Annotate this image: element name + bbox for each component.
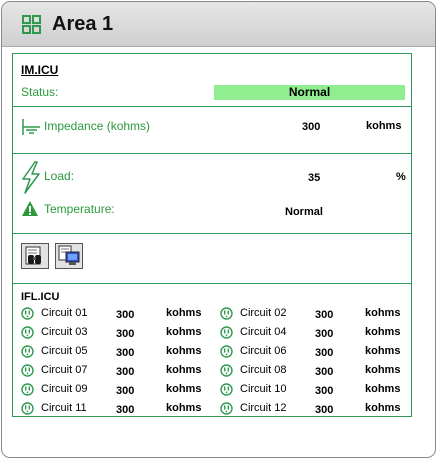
circuit-item[interactable]: Circuit 11 300 kohms (21, 400, 211, 418)
outlet-icon (220, 383, 233, 396)
outlet-icon (21, 345, 34, 358)
status-label: Status: (21, 85, 59, 99)
circuit-name: Circuit 10 (240, 383, 287, 395)
circuit-unit: kohms (166, 326, 202, 338)
grid-icon (22, 15, 41, 34)
temperature-value: Normal (285, 206, 323, 218)
circuit-unit: kohms (166, 345, 202, 357)
circuit-item[interactable]: Circuit 12 300 kohms (220, 400, 410, 418)
temperature-label: Temperature: (44, 202, 115, 216)
circuit-unit: kohms (166, 307, 202, 319)
circuit-unit: kohms (365, 383, 401, 395)
outlet-icon (21, 383, 34, 396)
binoculars-icon (25, 246, 41, 265)
computer-monitor-icon (58, 245, 80, 265)
load-temperature-section: Load: 35 % Temperature: Normal (13, 154, 411, 234)
outlet-icon (220, 307, 233, 320)
area-window: Area 1 IM.ICU Status: Normal Impedance (… (1, 1, 436, 458)
impedance-value: 300 (302, 121, 321, 133)
ground-icon (22, 119, 40, 135)
circuit-item[interactable]: Circuit 08 300 kohms (220, 362, 410, 380)
status-badge: Normal (214, 85, 405, 100)
circuit-item[interactable]: Circuit 05 300 kohms (21, 343, 211, 361)
load-unit: % (396, 171, 406, 183)
circuit-value: 300 (116, 404, 135, 416)
device-name[interactable]: IM.ICU (21, 63, 58, 77)
circuit-value: 300 (315, 328, 334, 340)
circuit-item[interactable]: Circuit 03 300 kohms (21, 324, 211, 342)
circuit-unit: kohms (166, 402, 202, 414)
lightning-icon (22, 161, 40, 194)
circuit-name: Circuit 09 (41, 383, 88, 395)
circuit-value: 300 (116, 328, 135, 340)
circuit-item[interactable]: Circuit 04 300 kohms (220, 324, 410, 342)
circuit-unit: kohms (365, 402, 401, 414)
impedance-unit: kohms (366, 120, 402, 132)
computer-button[interactable] (55, 243, 83, 269)
circuit-value: 300 (116, 347, 135, 359)
circuit-item[interactable]: Circuit 02 300 kohms (220, 305, 410, 323)
circuit-name: Circuit 04 (240, 326, 287, 338)
binoculars-button[interactable] (21, 243, 49, 269)
circuit-value: 300 (116, 366, 135, 378)
circuits-title: IFL.ICU (21, 291, 60, 303)
title-bar: Area 1 (2, 2, 435, 47)
load-value: 35 (308, 172, 321, 184)
impedance-section: Impedance (kohms) 300 kohms (13, 107, 411, 154)
outlet-icon (21, 402, 34, 415)
circuit-item[interactable]: Circuit 06 300 kohms (220, 343, 410, 361)
circuit-value: 300 (315, 404, 334, 416)
circuit-name: Circuit 11 (41, 402, 87, 414)
circuit-name: Circuit 08 (240, 364, 287, 376)
outlet-icon (220, 402, 233, 415)
device-status-section: IM.ICU Status: Normal (13, 54, 411, 107)
outlet-icon (220, 326, 233, 339)
circuit-name: Circuit 03 (41, 326, 88, 338)
circuit-value: 300 (116, 385, 135, 397)
circuit-unit: kohms (365, 345, 401, 357)
circuit-unit: kohms (365, 307, 401, 319)
circuit-name: Circuit 05 (41, 345, 88, 357)
impedance-label: Impedance (kohms) (44, 119, 151, 133)
circuit-name: Circuit 06 (240, 345, 287, 357)
circuit-value: 300 (315, 309, 334, 321)
circuit-name: Circuit 01 (41, 307, 88, 319)
circuit-unit: kohms (166, 364, 202, 376)
circuit-item[interactable]: Circuit 07 300 kohms (21, 362, 211, 380)
circuit-item[interactable]: Circuit 09 300 kohms (21, 381, 211, 399)
circuit-value: 300 (315, 385, 334, 397)
outlet-icon (220, 364, 233, 377)
warning-icon (22, 201, 38, 216)
circuit-item[interactable]: Circuit 10 300 kohms (220, 381, 410, 399)
circuit-item[interactable]: Circuit 01 300 kohms (21, 305, 211, 323)
circuits-section: IFL.ICU Circuit 01 300 kohms Circuit 02 300 k… (13, 284, 411, 416)
outlet-icon (21, 307, 34, 320)
circuit-unit: kohms (166, 383, 202, 395)
load-label: Load: (44, 169, 75, 183)
window-title: Area 1 (52, 13, 114, 35)
circuit-name: Circuit 12 (240, 402, 287, 414)
circuit-value: 300 (315, 366, 334, 378)
circuit-value: 300 (116, 309, 135, 321)
circuit-value: 300 (315, 347, 334, 359)
toolbar-section (13, 234, 411, 284)
circuit-unit: kohms (365, 364, 401, 376)
device-panel: IM.ICU Status: Normal Impedance (kohms) … (12, 53, 412, 417)
circuit-name: Circuit 02 (240, 307, 287, 319)
circuit-unit: kohms (365, 326, 401, 338)
circuit-name: Circuit 07 (41, 364, 88, 376)
outlet-icon (21, 326, 34, 339)
outlet-icon (21, 364, 34, 377)
outlet-icon (220, 345, 233, 358)
